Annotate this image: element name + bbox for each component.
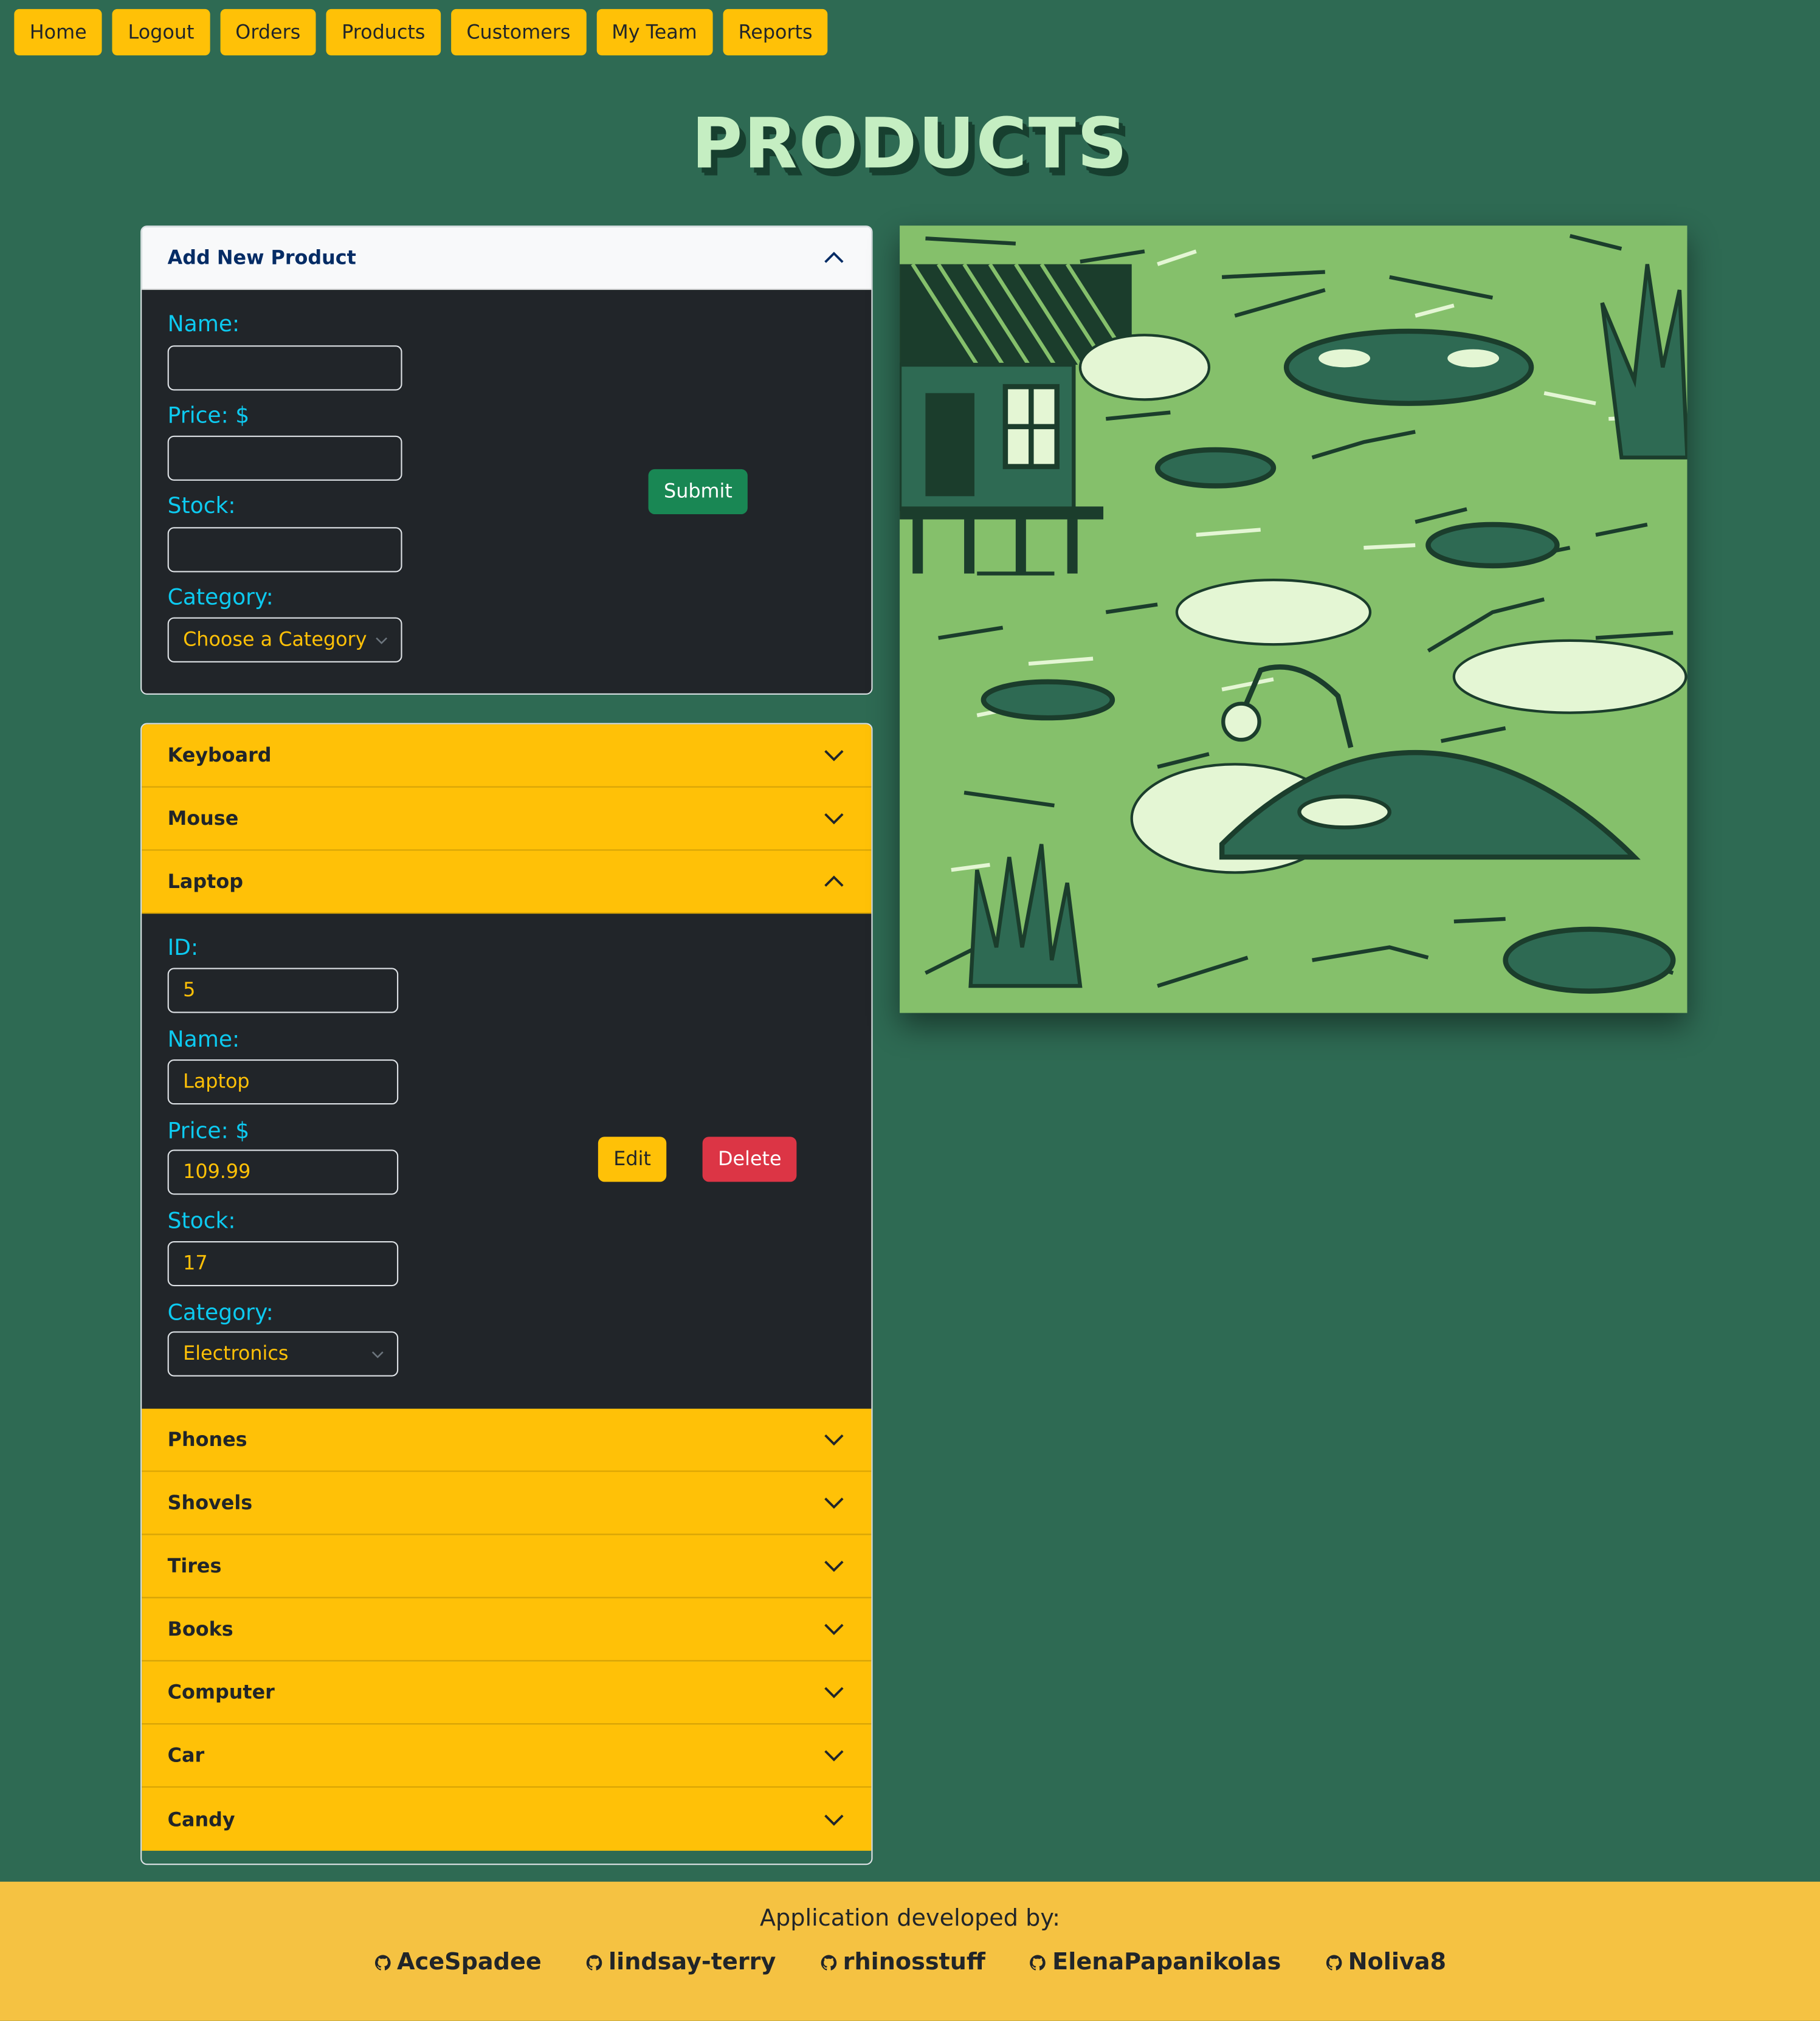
product-item-books[interactable]: Books xyxy=(142,1598,872,1662)
product-name: Computer xyxy=(167,1681,275,1704)
category-placeholder: Choose a Category xyxy=(183,627,367,651)
price-field[interactable]: 109.99 xyxy=(167,1149,399,1195)
chevron-down-icon xyxy=(824,1434,844,1446)
product-item-shovels[interactable]: Shovels xyxy=(142,1472,872,1535)
footer: Application developed by: AceSpadee lind… xyxy=(0,1881,1820,2021)
add-product-panel: Add New Product Name: Price: $ Stock: Ca… xyxy=(140,226,873,695)
products-accordion: Keyboard Mouse Laptop ID: 5 Name: Laptop… xyxy=(140,723,873,1865)
chevron-down-icon xyxy=(824,1623,844,1636)
product-name: Tires xyxy=(167,1554,222,1578)
category-label: Category: xyxy=(167,585,274,611)
developer-link-acespadee[interactable]: AceSpadee xyxy=(374,1949,542,1976)
category-select[interactable]: Electronics xyxy=(167,1331,399,1377)
product-name: Shovels xyxy=(167,1491,253,1515)
product-item-candy[interactable]: Candy xyxy=(142,1787,872,1851)
chevron-down-icon xyxy=(824,1560,844,1572)
product-item-tires[interactable]: Tires xyxy=(142,1535,872,1599)
product-name: Mouse xyxy=(167,807,239,830)
developer-link-rhinosstuff[interactable]: rhinosstuff xyxy=(819,1949,985,1976)
nav-products-button[interactable]: Products xyxy=(326,9,441,56)
add-product-title: Add New Product xyxy=(167,246,356,270)
edit-button[interactable]: Edit xyxy=(598,1137,667,1182)
price-input[interactable] xyxy=(167,435,402,481)
product-name: Candy xyxy=(167,1807,235,1831)
chevron-down-icon xyxy=(824,1814,844,1825)
chevron-up-icon xyxy=(824,875,844,887)
github-icon xyxy=(1030,1954,1046,1970)
id-label: ID: xyxy=(167,935,199,962)
developer-name: ElenaPapanikolas xyxy=(1052,1949,1281,1976)
product-detail-laptop: ID: 5 Name: Laptop Price: $ 109.99 Stock… xyxy=(142,914,872,1409)
chevron-up-icon xyxy=(824,252,844,263)
nav-my-team-button[interactable]: My Team xyxy=(596,9,713,56)
product-name: Phones xyxy=(167,1428,247,1451)
developer-links: AceSpadee lindsay-terry rhinosstuff Elen… xyxy=(0,1949,1820,1976)
name-label: Name: xyxy=(167,312,240,338)
price-label: Price: $ xyxy=(167,403,250,430)
submit-button[interactable]: Submit xyxy=(648,469,748,515)
stock-field[interactable]: 17 xyxy=(167,1241,399,1287)
name-label: Name: xyxy=(167,1027,240,1053)
chevron-down-icon xyxy=(824,1497,844,1509)
chevron-down-icon xyxy=(824,750,844,762)
top-nav: Home Logout Orders Products Customers My… xyxy=(14,9,829,56)
github-icon xyxy=(586,1954,602,1970)
nav-customers-button[interactable]: Customers xyxy=(450,9,586,56)
add-product-body: Name: Price: $ Stock: Category: Choose a… xyxy=(142,290,872,694)
add-product-header[interactable]: Add New Product xyxy=(142,227,872,291)
product-item-laptop[interactable]: Laptop xyxy=(142,850,872,914)
stock-label: Stock: xyxy=(167,494,236,520)
github-icon xyxy=(821,1954,837,1970)
github-icon xyxy=(1326,1954,1342,1970)
stock-input[interactable] xyxy=(167,527,402,573)
name-input[interactable] xyxy=(167,345,402,391)
product-name: Keyboard xyxy=(167,743,272,767)
name-field[interactable]: Laptop xyxy=(167,1059,399,1105)
chevron-down-icon xyxy=(371,1351,384,1358)
product-item-car[interactable]: Car xyxy=(142,1724,872,1788)
product-name: Books xyxy=(167,1617,233,1641)
category-select[interactable]: Choose a Category xyxy=(167,617,402,663)
developer-link-lindsay-terry[interactable]: lindsay-terry xyxy=(585,1949,776,1976)
developer-link-elenapapanikolas[interactable]: ElenaPapanikolas xyxy=(1029,1949,1281,1976)
developer-name: lindsay-terry xyxy=(608,1949,776,1976)
chevron-down-icon xyxy=(824,1750,844,1761)
stock-label: Stock: xyxy=(167,1208,236,1235)
price-label: Price: $ xyxy=(167,1118,250,1145)
product-item-keyboard[interactable]: Keyboard xyxy=(142,724,872,788)
id-field[interactable]: 5 xyxy=(167,968,399,1013)
developer-name: Noliva8 xyxy=(1348,1949,1447,1976)
developer-name: rhinosstuff xyxy=(843,1949,985,1976)
product-name: Car xyxy=(167,1743,205,1768)
category-label: Category: xyxy=(167,1300,274,1326)
delete-button[interactable]: Delete xyxy=(702,1137,798,1182)
nav-logout-button[interactable]: Logout xyxy=(112,9,210,56)
swamp-illustration xyxy=(900,226,1687,1013)
chevron-down-icon xyxy=(824,813,844,825)
developer-link-noliva8[interactable]: Noliva8 xyxy=(1325,1949,1446,1976)
chevron-down-icon xyxy=(824,1687,844,1698)
chevron-down-icon xyxy=(376,637,388,644)
github-icon xyxy=(374,1954,391,1970)
footer-text: Application developed by: xyxy=(759,1904,1061,1932)
developer-name: AceSpadee xyxy=(397,1949,542,1976)
nav-reports-button[interactable]: Reports xyxy=(723,9,829,56)
product-item-computer[interactable]: Computer xyxy=(142,1661,872,1725)
product-item-mouse[interactable]: Mouse xyxy=(142,787,872,851)
product-item-phones[interactable]: Phones xyxy=(142,1408,872,1472)
product-name: Laptop xyxy=(167,870,243,893)
nav-orders-button[interactable]: Orders xyxy=(219,9,316,56)
page-title: PRODUCTS xyxy=(691,103,1129,185)
category-value: Electronics xyxy=(183,1341,289,1365)
nav-home-button[interactable]: Home xyxy=(14,9,103,56)
